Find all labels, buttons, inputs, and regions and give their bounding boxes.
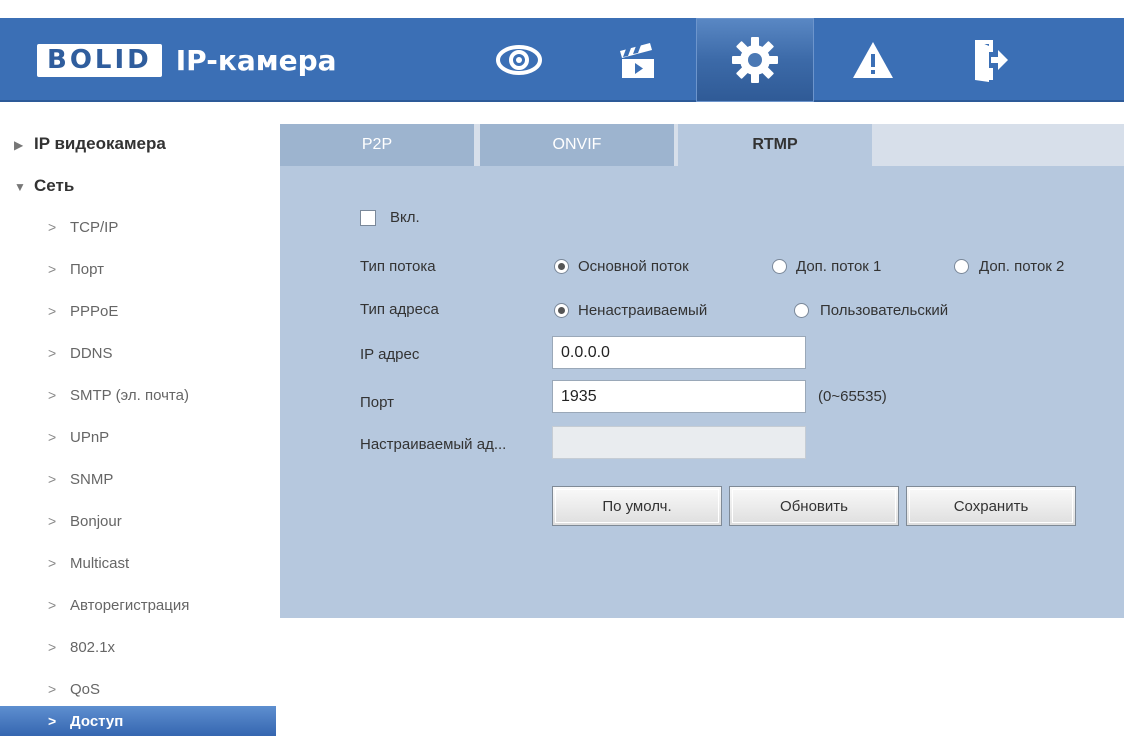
address-type-label: Тип адреса [360,301,439,318]
tab-rtmp[interactable]: RTMP [678,124,872,166]
tab-onvif[interactable]: ONVIF [480,124,674,166]
enable-label: Вкл. [390,209,420,226]
sidebar-item-tcpip[interactable]: > TCP/IP [0,212,276,242]
chevron-right-icon: > [48,345,57,361]
save-button[interactable]: Сохранить [906,486,1076,526]
chevron-right-icon: > [48,471,57,487]
sidebar-item-ddns[interactable]: > DDNS [0,338,276,368]
nav-logout[interactable] [932,18,1050,102]
sidebar-item-pppoe[interactable]: > PPPoE [0,296,276,326]
ip-address-label: IP адрес [360,346,420,363]
sidebar-item-autoregistration[interactable]: > Авторегистрация [0,590,276,620]
sidebar-item-smtp[interactable]: > SMTP (эл. почта) [0,380,276,410]
collapse-arrow-icon: ▼ [14,180,26,194]
stream-sub1-label: Доп. поток 1 [796,258,882,275]
address-fixed-label: Ненастраиваемый [578,302,708,319]
sidebar-item-access[interactable]: > Доступ [0,706,276,736]
sidebar-item-qos[interactable]: > QoS [0,674,276,704]
chevron-right-icon: > [48,387,57,403]
sidebar-item-multicast[interactable]: > Multicast [0,548,276,578]
custom-address-input[interactable] [552,426,806,459]
clapperboard-icon [620,43,654,78]
tab-bar: P2P ONVIF RTMP [280,124,1124,166]
logout-icon [975,40,1008,82]
sidebar-group-network[interactable]: ▼ Сеть [14,176,74,196]
default-button[interactable]: По умолч. [552,486,722,526]
chevron-right-icon: > [48,681,57,697]
port-label: Порт [360,394,395,411]
chevron-right-icon: > [48,555,57,571]
chevron-right-icon: > [48,303,57,319]
stream-main-radio[interactable] [554,259,569,274]
port-range-hint: (0~65535) [818,388,887,405]
chevron-right-icon: > [48,219,57,235]
tab-p2p[interactable]: P2P [280,124,474,166]
sidebar-item-8021x[interactable]: >802.1x [0,632,276,662]
address-custom-label: Пользовательский [820,302,949,319]
logo: BOLID IP-камера [37,40,337,80]
nav-live-view[interactable] [460,18,578,102]
sidebar-item-bonjour[interactable]: > Bonjour [0,506,276,536]
gear-icon [732,37,778,83]
ip-address-input[interactable] [552,336,806,369]
sidebar-item-snmp[interactable]: > SNMP [0,464,276,494]
refresh-button[interactable]: Обновить [729,486,899,526]
chevron-right-icon: > [48,713,57,729]
sidebar-item-port[interactable]: > Порт [0,254,276,284]
nav-settings[interactable] [696,18,814,102]
stream-sub2-radio[interactable] [954,259,969,274]
address-custom-radio[interactable] [794,303,809,318]
brand-logo: BOLID [37,43,162,77]
sidebar-item-upnp[interactable]: > UPnP [0,422,276,452]
chevron-right-icon: > [48,597,57,613]
stream-main-label: Основной поток [578,258,689,275]
chevron-right-icon: > [48,261,57,277]
top-header: BOLID IP-камера [0,18,1124,102]
stream-sub1-radio[interactable] [772,259,787,274]
enable-checkbox[interactable] [360,210,376,226]
eye-icon [496,45,542,75]
rtmp-settings-panel: Вкл. Тип потока Основной поток Доп. пото… [280,166,1124,618]
stream-sub2-label: Доп. поток 2 [979,258,1065,275]
stream-type-label: Тип потока [360,258,436,275]
main-nav [460,18,1050,102]
warning-icon [853,42,893,78]
address-fixed-radio[interactable] [554,303,569,318]
sidebar-group-label: IP видеокамера [34,134,166,153]
sidebar-group-ip-camera[interactable]: ▶ IP видеокамера [14,134,166,154]
expand-arrow-icon: ▶ [14,138,24,152]
chevron-right-icon: > [48,429,57,445]
custom-address-label: Настраиваемый ад... [360,436,507,453]
sidebar-group-label: Сеть [34,176,75,195]
nav-playback[interactable] [578,18,696,102]
product-name: IP-камера [175,43,337,77]
brand-logo-text: BOLID [47,45,152,75]
chevron-right-icon: > [48,513,57,529]
nav-alarm[interactable] [814,18,932,102]
port-input[interactable] [552,380,806,413]
chevron-right-icon: > [48,639,57,655]
sidebar: ▶ IP видеокамера ▼ Сеть > TCP/IP > Порт > PPP… [0,104,276,742]
